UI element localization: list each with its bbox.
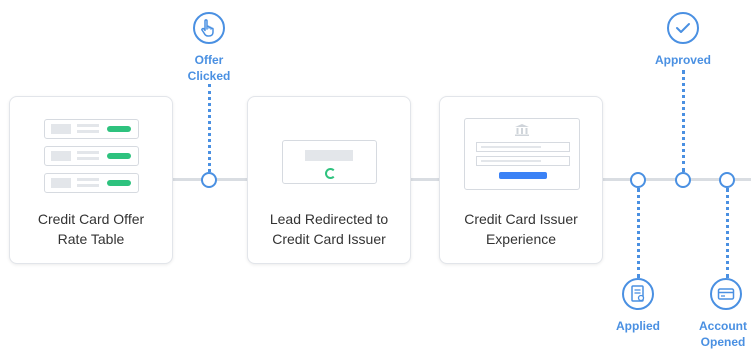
- form-field: [476, 156, 570, 166]
- event-node-applied: [630, 172, 646, 188]
- stage-card-rate-table: Credit Card Offer Rate Table: [9, 96, 173, 264]
- approved-label: Approved: [654, 53, 711, 67]
- bank-icon: [515, 124, 529, 136]
- stage-card-issuer-experience: Credit Card Issuer Experience: [439, 96, 603, 264]
- event-node-approved: [675, 172, 691, 188]
- redirect-window: [282, 140, 377, 184]
- offer-row: [44, 173, 139, 193]
- credit-card-icon: [717, 288, 735, 300]
- dotted-connector: [726, 188, 729, 278]
- approved-badge: [667, 12, 699, 44]
- funnel-diagram: Credit Card Offer Rate Table Lead Redire…: [0, 0, 751, 360]
- account-opened-label: Account Opened: [699, 319, 747, 349]
- offer-row: [44, 119, 139, 139]
- offer-clicked-label: Offer Clicked: [187, 53, 231, 83]
- connector-line: [410, 178, 440, 181]
- event-node-offer-clicked: [201, 172, 217, 188]
- stage-title: Credit Card Offer Rate Table: [37, 211, 145, 247]
- application-form-icon: [631, 285, 645, 302]
- applied-badge: [622, 278, 654, 310]
- stage-title: Lead Redirected to Credit Card Issuer: [269, 211, 389, 247]
- hand-pointer-icon: [201, 19, 214, 37]
- checkmark-icon: [676, 23, 690, 33]
- loading-spinner-icon: [325, 168, 336, 179]
- form-field: [476, 142, 570, 152]
- stage-card-lead-redirect: Lead Redirected to Credit Card Issuer: [247, 96, 411, 264]
- event-node-account-opened: [719, 172, 735, 188]
- issuer-application-form: [464, 118, 580, 190]
- stage-title: Credit Card Issuer Experience: [464, 211, 578, 247]
- applied-label: Applied: [616, 319, 660, 333]
- offer-clicked-badge: [193, 12, 225, 44]
- submit-button-illustration: [499, 172, 547, 179]
- offer-row: [44, 146, 139, 166]
- dotted-connector: [208, 84, 211, 172]
- account-opened-badge: [710, 278, 742, 310]
- dotted-connector: [637, 188, 640, 278]
- dotted-connector: [682, 70, 685, 172]
